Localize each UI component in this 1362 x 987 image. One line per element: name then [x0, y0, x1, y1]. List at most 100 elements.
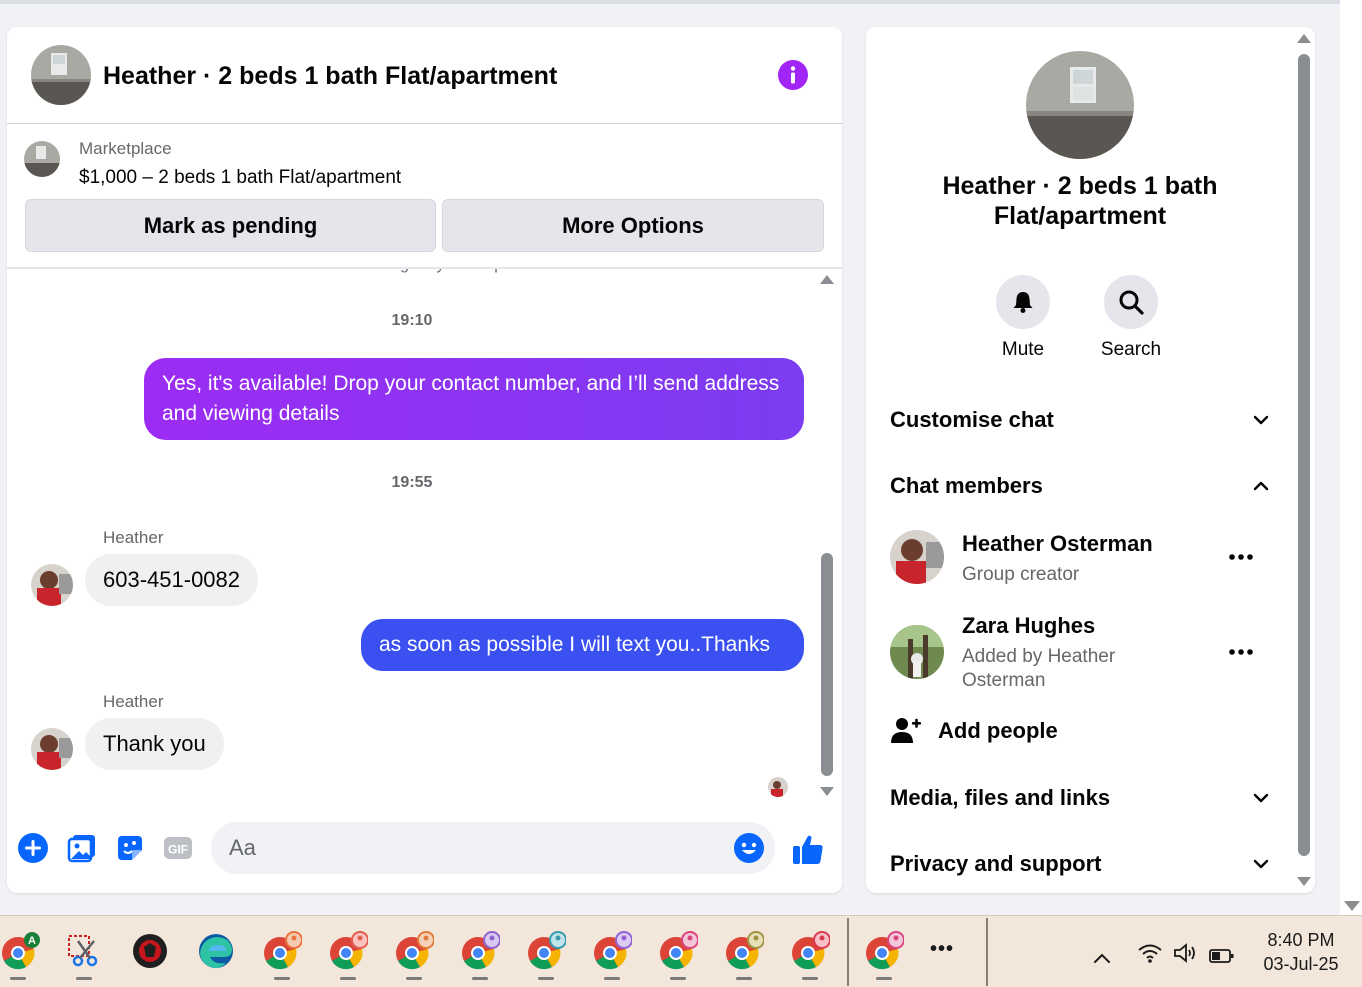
member-role: Added by Heather Osterman	[962, 646, 1116, 691]
more-options-button[interactable]: More Options	[442, 199, 824, 252]
add-people-button[interactable]: Add people	[890, 715, 1058, 747]
plus-circle-icon[interactable]	[17, 832, 49, 864]
window-top-border	[0, 0, 1340, 4]
chat-members-section[interactable]: Chat members	[890, 466, 1270, 506]
heather-avatar[interactable]	[31, 564, 73, 606]
section-label: Customise chat	[890, 407, 1054, 432]
panel-scroll-down-arrow[interactable]	[1297, 877, 1311, 886]
mute-action[interactable]: Mute	[983, 275, 1063, 361]
incoming-message[interactable]: Thank you	[85, 718, 224, 770]
search-action[interactable]: Search	[1091, 275, 1171, 361]
volume-icon[interactable]	[1172, 938, 1200, 968]
marketplace-label: Marketplace	[79, 139, 172, 158]
sticker-icon[interactable]	[114, 832, 146, 864]
conversation-details-panel: Heather · 2 beds 1 bath Flat/apartment M…	[866, 27, 1315, 893]
media-files-links-section[interactable]: Media, files and links	[890, 778, 1270, 818]
panel-scroll-up-arrow[interactable]	[1297, 34, 1311, 43]
mark-as-pending-button[interactable]: Mark as pending	[25, 199, 436, 252]
chrome-profile-icon[interactable]	[658, 931, 699, 971]
taskbar-divider	[986, 918, 988, 986]
thumbs-up-icon[interactable]	[791, 832, 825, 866]
taskbar-running-indicator	[538, 977, 554, 980]
chat-window: Heather · 2 beds 1 bath Flat/apartment M…	[7, 27, 842, 893]
section-label: Privacy and support	[890, 851, 1102, 876]
chrome-profile-icon[interactable]	[526, 931, 567, 971]
search-label: Search	[1100, 339, 1162, 360]
chevron-down-icon	[1253, 415, 1269, 425]
member-role: Group creator	[962, 564, 1080, 585]
heather-avatar[interactable]	[31, 728, 73, 770]
bell-icon[interactable]	[996, 275, 1050, 329]
taskbar-running-indicator	[604, 977, 620, 980]
marketplace-thumbnail[interactable]	[24, 141, 60, 177]
chrome-profile-icon[interactable]	[328, 931, 369, 971]
battery-icon[interactable]	[1208, 941, 1236, 971]
listing-avatar-large[interactable]	[1026, 51, 1134, 159]
chrome-profile-icon[interactable]	[394, 931, 435, 971]
chat-scrollbar-thumb[interactable]	[821, 553, 833, 776]
outgoing-message[interactable]: as soon as possible I will text you..Tha…	[361, 619, 804, 671]
taskbar-running-indicator	[76, 977, 92, 980]
emoji-icon[interactable]	[733, 832, 765, 864]
window-scroll-down-arrow[interactable]	[1344, 901, 1360, 911]
window-right-strip	[1340, 0, 1362, 915]
panel-title: Heather · 2 beds 1 bath Flat/apartment	[942, 172, 1218, 230]
section-label: Chat members	[890, 473, 1043, 498]
taskbar-running-indicator	[670, 977, 686, 980]
clock-date: 03-Jul-25	[1263, 954, 1339, 974]
chrome-profile-icon[interactable]	[864, 931, 905, 971]
header-divider	[7, 267, 842, 269]
chevron-up-icon	[1253, 481, 1269, 491]
message-timestamp: 19:10	[391, 312, 433, 329]
member-name: Heather Osterman	[962, 531, 1153, 556]
panel-scrollbar-thumb[interactable]	[1298, 54, 1310, 856]
member-avatar[interactable]	[890, 530, 944, 584]
message-timestamp: 19:55	[391, 474, 433, 491]
chrome-profile-icon[interactable]	[790, 931, 831, 971]
taskbar-overflow-button[interactable]: •••	[930, 938, 954, 961]
listing-summary[interactable]: $1,000 – 2 beds 1 bath Flat/apartment	[79, 167, 401, 189]
photo-icon[interactable]	[66, 832, 98, 864]
listing-avatar[interactable]	[31, 45, 91, 105]
edge-icon[interactable]	[196, 931, 236, 971]
sender-name: Heather	[103, 528, 164, 547]
add-person-icon	[891, 718, 921, 743]
chrome-profile-icon[interactable]	[724, 931, 765, 971]
svg-text:A: A	[28, 935, 36, 947]
section-label: Media, files and links	[890, 785, 1111, 810]
chat-scroll-up-arrow[interactable]	[820, 275, 834, 284]
chrome-profile-icon[interactable]	[592, 931, 633, 971]
taskbar: A ••• 8:40 PM 03-Jul-25	[0, 915, 1362, 987]
chat-header: Heather · 2 beds 1 bath Flat/apartment	[7, 27, 842, 124]
add-people-label: Add people	[938, 718, 1058, 743]
gif-icon[interactable]: GIF	[162, 832, 194, 864]
chrome-icon[interactable]: A	[0, 931, 40, 971]
taskbar-running-indicator	[736, 977, 752, 980]
more-options-icon[interactable]	[1226, 642, 1256, 662]
sender-name: Heather	[103, 692, 164, 711]
member-avatar[interactable]	[890, 625, 944, 679]
outgoing-message[interactable]: Yes, it's available! Drop your contact n…	[144, 358, 804, 440]
game-app-icon[interactable]	[130, 931, 170, 971]
message-input-box[interactable]	[211, 822, 775, 874]
info-icon[interactable]	[777, 59, 809, 91]
message-input[interactable]	[229, 822, 719, 874]
chat-scroll-down-arrow[interactable]	[820, 787, 834, 796]
taskbar-running-indicator	[406, 977, 422, 980]
privacy-support-section[interactable]: Privacy and support	[890, 844, 1270, 884]
customise-chat-section[interactable]: Customise chat	[890, 400, 1270, 440]
system-clock[interactable]: 8:40 PM 03-Jul-25	[1246, 928, 1356, 976]
taskbar-running-indicator	[802, 977, 818, 980]
chevron-up-icon[interactable]	[1092, 943, 1112, 973]
seen-receipt-avatar	[768, 777, 788, 797]
mute-label: Mute	[1001, 339, 1045, 360]
taskbar-running-indicator	[340, 977, 356, 980]
svg-text:GIF: GIF	[168, 843, 188, 857]
incoming-message[interactable]: 603-451-0082	[85, 554, 259, 606]
search-icon[interactable]	[1104, 275, 1158, 329]
chrome-profile-icon[interactable]	[262, 931, 303, 971]
chrome-profile-icon[interactable]	[460, 931, 501, 971]
more-options-icon[interactable]	[1226, 547, 1256, 567]
wifi-icon[interactable]	[1137, 938, 1163, 968]
snipping-tool-icon[interactable]	[64, 931, 104, 971]
